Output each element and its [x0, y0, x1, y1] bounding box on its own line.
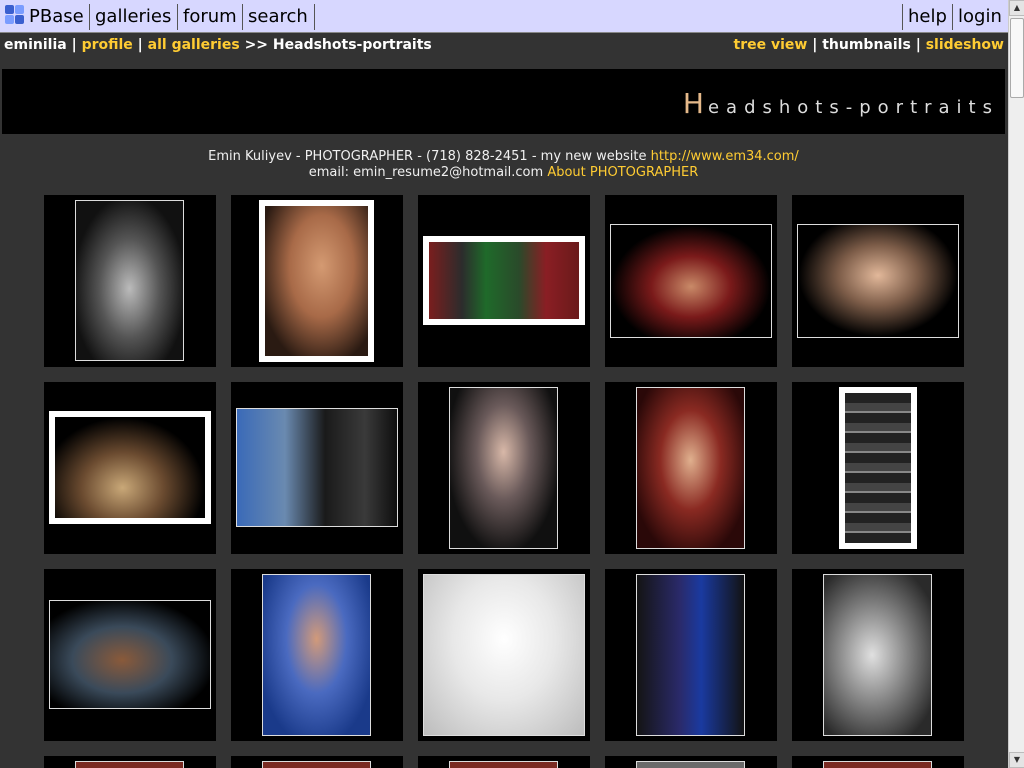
- thumb-cell: [44, 569, 216, 741]
- nav-login[interactable]: login: [952, 4, 1008, 30]
- breadcrumb-user: eminilia: [4, 37, 67, 53]
- thumb-cell: [418, 756, 590, 768]
- thumb-partial[interactable]: [449, 761, 558, 768]
- thumb-three-portraits-collage[interactable]: [423, 236, 585, 325]
- thumb-man-flat-cap[interactable]: [49, 600, 211, 709]
- thumb-cell: [605, 756, 777, 768]
- thumb-woman-hands-face[interactable]: [797, 224, 959, 338]
- gallery-banner: Headshots-portraits: [2, 69, 1005, 134]
- thumb-cell: [44, 195, 216, 367]
- thumb-woman-hat-bw[interactable]: [75, 200, 184, 361]
- thumb-cell: [231, 756, 403, 768]
- thumb-cell: [605, 569, 777, 741]
- slideshow-link[interactable]: slideshow: [926, 37, 1004, 53]
- thumb-cell: [231, 382, 403, 554]
- scroll-up-icon[interactable]: ▲: [1009, 0, 1024, 16]
- thumb-cell: [418, 195, 590, 367]
- gallery-description: Emin Kuliyev - PHOTOGRAPHER - (718) 828-…: [208, 149, 799, 180]
- thumb-partial[interactable]: [823, 761, 932, 768]
- thumb-woman-veil-cigarette[interactable]: [449, 387, 558, 549]
- thumb-cell: [44, 756, 216, 768]
- all-galleries-link[interactable]: all galleries: [148, 37, 240, 53]
- thumbnails-current: thumbnails: [822, 37, 911, 53]
- thumb-cell: [605, 382, 777, 554]
- thumb-cell: [792, 195, 964, 367]
- nav-help[interactable]: help: [902, 4, 952, 30]
- thumb-man-blue-shirt[interactable]: [262, 574, 371, 736]
- thumb-man-tan-jacket[interactable]: [49, 411, 211, 524]
- vertical-scrollbar[interactable]: ▲ ▼: [1008, 0, 1024, 768]
- nav-search[interactable]: search: [243, 4, 315, 30]
- thumb-cell: [792, 756, 964, 768]
- thumb-partial[interactable]: [262, 761, 371, 768]
- thumb-woman-smoking-duo[interactable]: [236, 408, 398, 527]
- scroll-down-icon[interactable]: ▼: [1009, 752, 1024, 768]
- thumb-woman-bw-profile[interactable]: [823, 574, 932, 736]
- thumb-cell: [44, 382, 216, 554]
- thumb-cell: [605, 195, 777, 367]
- gallery-title: Headshots-portraits: [682, 87, 999, 120]
- view-options: tree view | thumbnails | slideshow: [733, 37, 1004, 53]
- top-navigation: PBase galleries forum search help login: [0, 0, 1008, 33]
- about-photographer-link[interactable]: About PHOTOGRAPHER: [547, 165, 698, 180]
- website-link[interactable]: http://www.em34.com/: [651, 149, 799, 164]
- thumb-bald-man-vest[interactable]: [610, 224, 772, 338]
- thumb-cell: [418, 569, 590, 741]
- thumb-man-tattoo-shoulder[interactable]: [259, 200, 374, 362]
- breadcrumb: eminilia | profile | all galleries >> He…: [4, 37, 432, 53]
- thumb-partial[interactable]: [75, 761, 184, 768]
- thumb-cell: [792, 382, 964, 554]
- thumb-cell: [231, 569, 403, 741]
- pbase-logo-icon: [5, 5, 25, 25]
- scroll-thumb[interactable]: [1010, 18, 1024, 98]
- thumb-woman-red-veil[interactable]: [636, 387, 745, 549]
- pbase-home-link[interactable]: PBase: [0, 4, 90, 30]
- nav-forum[interactable]: forum: [178, 4, 243, 30]
- thumb-portrait-grid-collage[interactable]: [839, 387, 917, 549]
- thumb-elite-saints-white[interactable]: [423, 574, 585, 736]
- thumb-cell: [792, 569, 964, 741]
- tree-view-link[interactable]: tree view: [734, 37, 808, 53]
- nav-galleries[interactable]: galleries: [90, 4, 178, 30]
- thumb-cell: [231, 195, 403, 367]
- profile-link[interactable]: profile: [82, 37, 133, 53]
- current-gallery: Headshots-portraits: [272, 37, 432, 53]
- thumb-partial[interactable]: [636, 761, 745, 768]
- thumb-cell: [418, 382, 590, 554]
- thumb-elite-saints-praying[interactable]: [636, 574, 745, 736]
